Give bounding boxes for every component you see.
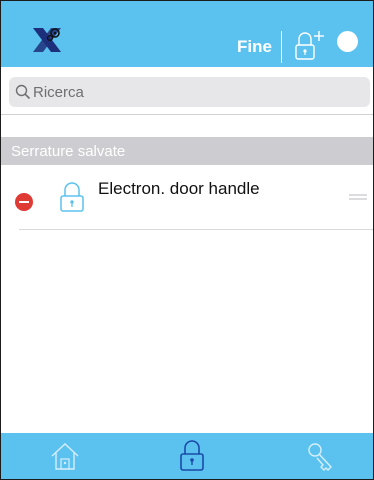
row-divider [19, 229, 373, 230]
app-screen: Fine Serrature sal [0, 0, 374, 480]
tab-keys[interactable] [303, 439, 337, 473]
tab-home[interactable] [48, 439, 82, 473]
search-icon [15, 84, 31, 100]
padlock-icon [59, 181, 85, 213]
search-box[interactable] [9, 77, 370, 107]
status-dot[interactable] [337, 31, 358, 52]
search-input[interactable] [33, 80, 353, 104]
home-icon [51, 443, 79, 470]
section-title: Serrature salvate [11, 143, 126, 160]
top-navigation-bar: Fine [1, 1, 373, 67]
saved-locks-section-header: Serrature salvate [1, 137, 373, 165]
done-button[interactable]: Fine [237, 37, 272, 57]
add-lock-icon[interactable] [293, 29, 327, 63]
lock-name: Electron. door handle [98, 179, 260, 198]
header-divider [281, 31, 282, 63]
reorder-handle-icon[interactable] [349, 191, 367, 203]
search-divider [1, 114, 373, 115]
app-logo-icon [31, 24, 63, 56]
search-bar [1, 67, 373, 115]
delete-lock-button[interactable] [15, 193, 33, 211]
saved-lock-row[interactable]: Electron. door handle [1, 165, 373, 229]
bottom-tab-bar [1, 433, 373, 479]
padlock-icon [180, 440, 204, 471]
key-icon [308, 443, 332, 471]
tab-locks[interactable] [175, 439, 209, 473]
